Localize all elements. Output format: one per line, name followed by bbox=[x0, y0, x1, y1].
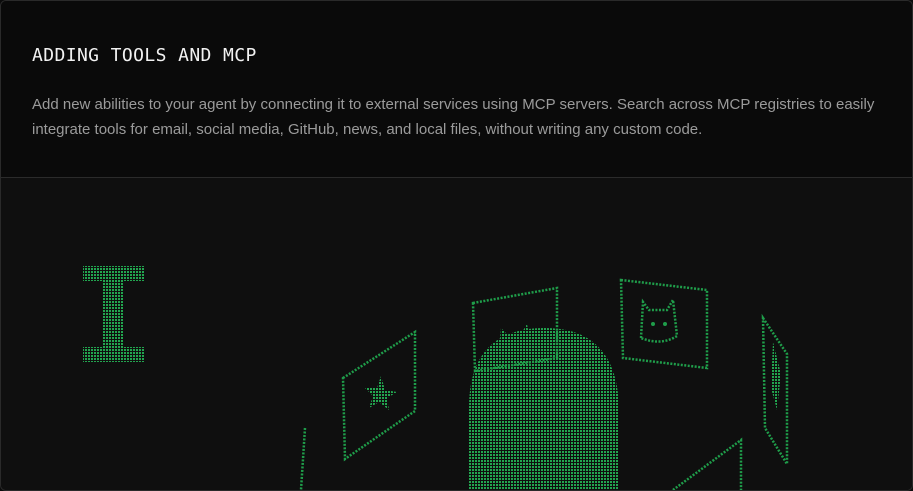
llama-card-icon bbox=[619, 278, 709, 370]
feather-card-icon bbox=[761, 313, 789, 469]
robot-head-icon bbox=[469, 328, 619, 490]
card-header: ADDING TOOLS AND MCP Add new abilities t… bbox=[1, 1, 912, 178]
feature-card: ADDING TOOLS AND MCP Add new abilities t… bbox=[0, 0, 913, 491]
text-cursor-icon bbox=[83, 266, 144, 362]
illustration-panel bbox=[1, 178, 912, 490]
partial-card-right bbox=[672, 437, 743, 490]
section-description: Add new abilities to your agent by conne… bbox=[32, 96, 875, 138]
partial-card-left bbox=[299, 427, 307, 490]
section-title: ADDING TOOLS AND MCP bbox=[32, 45, 257, 66]
star-card-icon bbox=[341, 329, 417, 462]
ascii-illustration bbox=[83, 266, 789, 490]
